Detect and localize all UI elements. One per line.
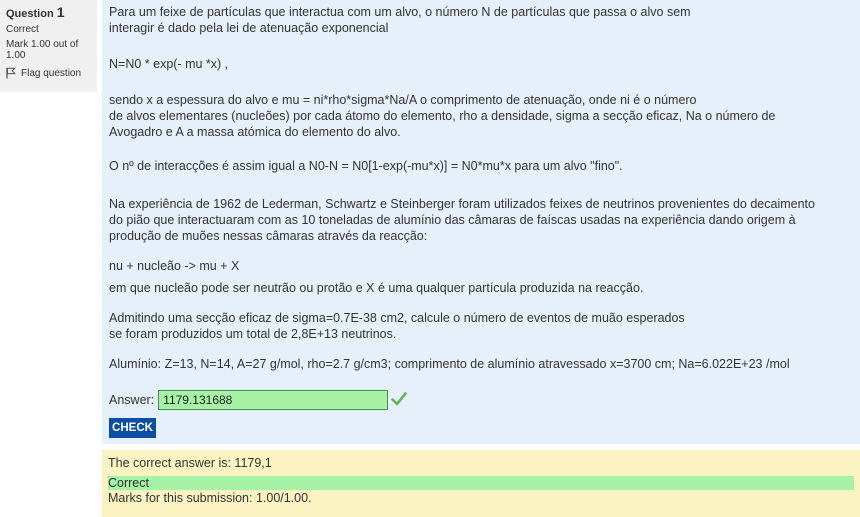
text-line: se foram produzidos um total de 2,8E+13 … — [109, 327, 397, 341]
correct-answer-feedback: The correct answer is: 1179,1 — [108, 456, 272, 470]
text-line: interagir é dado pela lei de atenuação e… — [109, 21, 389, 35]
text-line: em que nucleão pode ser neutrão ou protã… — [109, 281, 644, 295]
question-label: Question — [6, 8, 54, 20]
question-paragraph: Na experiência de 1962 de Lederman, Schw… — [109, 196, 815, 244]
reaction-line: nu + nucleão -> mu + X — [109, 259, 240, 273]
question-paragraph: nu + nucleão -> mu + X — [109, 258, 239, 274]
text-line: Alumínio: Z=13, N=14, A=27 g/mol, rho=2.… — [109, 357, 790, 371]
question-paragraph: O nº de interacções é assim igual a N0-N… — [109, 158, 623, 174]
flag-question-label: Flag question — [21, 67, 82, 79]
question-number: Question 1 — [6, 4, 91, 20]
text-line: sendo x a espessura do alvo e mu = ni*rh… — [109, 93, 697, 107]
answer-row: Answer: — [109, 390, 407, 410]
text-line: Avogadro e A a massa atómica do elemento… — [109, 125, 401, 139]
text-line: do pião que interactuaram com as 10 tone… — [109, 213, 796, 227]
correct-check-icon — [391, 391, 407, 409]
answer-input[interactable] — [158, 390, 389, 410]
answer-label: Answer: — [109, 393, 155, 407]
marks-summary: Marks for this submission: 1.00/1.00. — [108, 491, 312, 505]
flag-question-link[interactable]: Flag question — [6, 67, 91, 79]
text-line: Na experiência de 1962 de Lederman, Schw… — [109, 197, 815, 211]
question-paragraph: sendo x a espessura do alvo e mu = ni*rh… — [109, 92, 775, 140]
text-line: O nº de interacções é assim igual a N0-N… — [109, 159, 623, 173]
text-line: Para um feixe de partículas que interact… — [109, 5, 691, 19]
question-number-value: 1 — [56, 4, 65, 20]
question-paragraph: em que nucleão pode ser neutrão ou protã… — [109, 280, 643, 296]
question-paragraph: Para um feixe de partículas que interact… — [109, 4, 691, 36]
formula-line: N=N0 * exp(- mu *x) , — [109, 57, 229, 71]
question-paragraph: Admitindo uma secção eficaz de sigma=0.7… — [109, 310, 685, 342]
text-line: Admitindo uma secção eficaz de sigma=0.7… — [109, 311, 685, 325]
question-state: Correct — [6, 24, 39, 35]
question-paragraph: Alumínio: Z=13, N=14, A=27 g/mol, rho=2.… — [109, 356, 790, 372]
text-line: de alvos elementares (nucleões) por cada… — [109, 109, 776, 123]
outcome-panel: The correct answer is: 1179,1 Correct Ma… — [102, 450, 860, 517]
question-grade: Mark 1.00 out of 1.00 — [6, 39, 79, 61]
text-line: produção de muões nessas câmaras através… — [109, 229, 428, 243]
check-button[interactable]: CHECK — [109, 418, 156, 438]
question-content: Para um feixe de partículas que interact… — [102, 0, 860, 444]
correct-status-bar: Correct — [108, 476, 854, 490]
question-info-panel: Question 1 Correct Mark 1.00 out of 1.00… — [0, 0, 97, 92]
question-paragraph: N=N0 * exp(- mu *x) , — [109, 56, 228, 72]
flag-icon — [6, 67, 16, 79]
